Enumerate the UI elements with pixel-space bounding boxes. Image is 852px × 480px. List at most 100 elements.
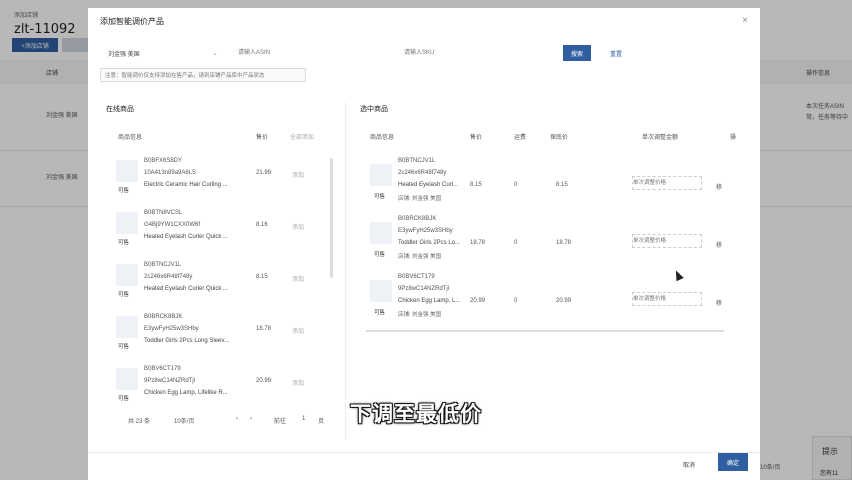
product-thumbnail <box>116 160 138 182</box>
reset-button[interactable]: 重置 <box>604 45 628 61</box>
product-sku: 10A413n89a9A6LS <box>144 170 197 176</box>
add-product-link[interactable]: 添加 <box>292 326 304 335</box>
add-product-link[interactable]: 添加 <box>292 378 304 387</box>
product-title: Toddler Girls 2Pcs Long Sleev... <box>144 338 229 344</box>
product-store: 店铺: 刘金强 美国 <box>398 312 442 318</box>
list-item: 可售 B0BTN8VCSL G4Bj9YW1CXX0W6f Heated Eyelas… <box>112 202 332 254</box>
table-row: 可售 B0BRCK8BJK E3ywFyH25w3SHby Toddler Girls… <box>360 216 730 274</box>
product-title: Toddler Girls 2Pcs Lo... <box>398 240 461 246</box>
product-price: 18.78 <box>256 326 272 332</box>
panel-divider <box>345 102 346 440</box>
product-thumbnail <box>370 280 392 302</box>
table-row: 可售 B0BTNCJV1L 2c246x6R48f748y Heated Eyelas… <box>360 158 730 216</box>
right-table-body: 可售 B0BTNCJV1L 2c246x6R48f748y Heated Eyelas… <box>360 158 730 332</box>
list-item: 可售 B0BV6CT179 9Pz8wC14NZRdTjl Chicken Egg L… <box>112 358 332 410</box>
adjust-amount-input[interactable] <box>632 176 702 190</box>
search-button[interactable]: 搜索 <box>563 45 591 61</box>
pager-total: 共 23 条 <box>128 419 151 425</box>
product-guarantee-price: 18.78 <box>556 240 572 246</box>
product-guarantee-price: 8.15 <box>556 182 568 188</box>
product-thumbnail <box>116 316 138 338</box>
product-shipping: 0 <box>514 298 518 304</box>
product-price: 20.99 <box>256 378 272 384</box>
list-item: 可售 B0BFX6S8DY 10A413n89a9A6LS Electric Cera… <box>112 150 332 202</box>
product-thumbnail <box>370 222 392 244</box>
add-product-link[interactable]: 添加 <box>292 170 304 179</box>
header-product-info: 商品信息 <box>370 135 395 141</box>
pager-goto-label: 前往 <box>274 419 287 425</box>
product-sku: E3ywFyH25w3SHby <box>144 326 199 332</box>
product-title: Heated Eyelash Curl... <box>398 182 459 188</box>
list-item: 可售 B0BTNCJV1L 2c246x6R48f748y Heated Eyelas… <box>112 254 332 306</box>
product-store: 店铺: 刘金强 美国 <box>398 254 442 260</box>
product-asin: B0BTNCJV1L <box>398 158 436 164</box>
sku-input[interactable] <box>404 46 554 60</box>
product-guarantee-price: 20.99 <box>556 298 572 304</box>
availability-label: 可售 <box>374 310 386 316</box>
product-sku: 9Pz8wC14NZRdTjl <box>144 378 196 384</box>
product-thumbnail <box>116 264 138 286</box>
remove-product-link[interactable]: 移 <box>716 298 722 307</box>
product-sku: 2c246x6R48f748y <box>398 170 447 176</box>
chevron-down-icon: ⌄ <box>212 50 218 57</box>
product-title: Electric Ceramic Hair Curling ... <box>144 182 228 188</box>
header-product-info: 商品信息 <box>118 135 143 141</box>
product-shipping: 0 <box>514 182 518 188</box>
header-guarantee-price: 保底价 <box>550 135 569 141</box>
right-h-scrollbar[interactable] <box>366 330 724 332</box>
adjust-amount-input[interactable] <box>632 234 702 248</box>
left-scrollbar[interactable] <box>330 158 333 278</box>
table-row: 可售 B0BV6CT179 9Pz8wC14NZRdTjl Chicken Egg L… <box>360 274 730 332</box>
product-price: 8.15 <box>470 182 482 188</box>
pager-size-select[interactable]: 10条/页 <box>174 416 194 425</box>
product-title: Chicken Egg Lamp, L... <box>398 298 461 304</box>
product-asin: B0BV6CT179 <box>398 274 435 280</box>
product-asin: B0BTN8VCSL <box>144 210 183 216</box>
add-product-link[interactable]: 添加 <box>292 274 304 283</box>
availability-label: 可售 <box>374 252 386 258</box>
confirm-button[interactable]: 确定 <box>718 453 748 471</box>
availability-label: 可售 <box>374 194 386 200</box>
pager-unit: 页 <box>318 419 325 425</box>
product-title: Heated Eyelash Curler Quick ... <box>144 234 229 240</box>
modal-title: 添加智能调价产品 <box>100 17 164 26</box>
close-icon[interactable]: × <box>742 15 748 26</box>
adjust-amount-input[interactable] <box>632 292 702 306</box>
product-title: Chicken Egg Lamp, Lifelike R... <box>144 390 228 396</box>
product-asin: B0BV6CT179 <box>144 366 181 372</box>
header-price: 售价 <box>470 135 483 141</box>
product-price: 8.16 <box>256 222 268 228</box>
pager-page-input[interactable]: 1 <box>302 416 305 422</box>
store-select[interactable]: 刘金强 美国 ⌄ <box>104 46 222 60</box>
product-price: 18.78 <box>470 240 486 246</box>
product-thumbnail <box>116 368 138 390</box>
product-asin: B0BTNCJV1L <box>144 262 182 268</box>
online-products-title: 在线商品 <box>106 106 134 113</box>
pager-next-icon[interactable]: › <box>250 416 252 422</box>
availability-label: 可售 <box>118 292 130 298</box>
header-op: 操 <box>730 135 737 141</box>
add-product-link[interactable]: 添加 <box>292 222 304 231</box>
product-thumbnail <box>370 164 392 186</box>
product-sku: 2c246x6R48f748y <box>144 274 193 280</box>
product-price: 20.99 <box>470 298 486 304</box>
availability-label: 可售 <box>118 188 130 194</box>
product-store: 店铺: 刘金强 美国 <box>398 196 442 202</box>
video-subtitle: 下调至最低价 <box>350 402 482 426</box>
cancel-button[interactable]: 取消 <box>676 456 702 472</box>
product-price: 21.99 <box>256 170 272 176</box>
add-all-link[interactable]: 全部添加 <box>290 132 314 141</box>
remove-product-link[interactable]: 移 <box>716 182 722 191</box>
list-item: 可售 B0BRCK8BJK E3ywFyH25w3SHby Toddler Girls… <box>112 306 332 358</box>
product-sku: E3ywFyH25w3SHby <box>398 228 453 234</box>
availability-label: 可售 <box>118 344 130 350</box>
header-shipping: 运费 <box>514 135 527 141</box>
remove-product-link[interactable]: 移 <box>716 240 722 249</box>
pager-prev-icon[interactable]: ‹ <box>236 416 238 422</box>
product-sku: 9Pz8wC14NZRdTjl <box>398 286 450 292</box>
asin-input[interactable] <box>238 46 388 60</box>
product-sku: G4Bj9YW1CXX0W6f <box>144 222 201 228</box>
left-table-body: 可售 B0BFX6S8DY 10A413n89a9A6LS Electric Cera… <box>112 150 332 410</box>
availability-label: 可售 <box>118 240 130 246</box>
store-select-value: 刘金强 美国 <box>108 51 140 58</box>
